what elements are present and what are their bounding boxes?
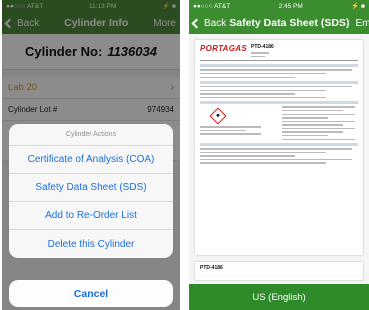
document-header: PORTAGAS PTD-4186 — [200, 44, 358, 62]
text-line — [282, 131, 343, 133]
hazard-left-column — [200, 104, 276, 140]
back-label: Back — [204, 17, 227, 29]
delete-cylinder-button[interactable]: Delete this Cylinder — [9, 230, 173, 258]
section-header — [200, 142, 358, 146]
reorder-button[interactable]: Add to Re-Order List — [9, 202, 173, 230]
text-line — [200, 148, 352, 150]
text-line — [251, 55, 265, 58]
section-header — [200, 64, 358, 68]
text-line — [200, 126, 261, 128]
screenshot-stage: ●●○○○ AT&T 11:13 PM ⚡ ■ Back Cylinder In… — [0, 0, 369, 310]
text-line — [200, 162, 327, 164]
text-line — [251, 52, 270, 54]
text-line — [282, 106, 355, 108]
text-line — [282, 120, 355, 123]
hazard-pictogram-icon — [209, 107, 227, 125]
document-code: PTD-4186 — [200, 265, 223, 271]
text-line — [200, 69, 352, 71]
text-line — [200, 155, 295, 157]
text-line — [282, 113, 355, 115]
sds-button[interactable]: Safety Data Sheet (SDS) — [9, 174, 173, 202]
text-line — [282, 135, 328, 137]
sds-document-page-2[interactable]: PTD-4186 — [195, 262, 363, 280]
text-line — [200, 151, 327, 154]
sheet-title: Cylinder Actions — [9, 124, 173, 146]
document-code: PTD-4186 — [251, 44, 274, 50]
nav-bar: Back Safety Data Sheet (SDS) Ema — [189, 12, 369, 34]
text-line — [282, 124, 343, 126]
text-line — [282, 138, 355, 140]
cylinder-info-screen: ●●○○○ AT&T 11:13 PM ⚡ ■ Back Cylinder In… — [2, 0, 180, 310]
hazard-section — [200, 104, 358, 140]
status-bar: ●●○○○ AT&T 2:45 PM ⚡ ■ — [189, 0, 369, 12]
chevron-left-icon — [191, 18, 202, 28]
language-selector[interactable]: US (English) — [189, 284, 369, 310]
text-line — [200, 158, 352, 161]
text-line — [282, 109, 343, 112]
clock: 2:45 PM — [278, 2, 303, 10]
coa-button[interactable]: Certificate of Analysis (COA) — [9, 146, 173, 174]
text-line — [200, 96, 327, 99]
text-line — [282, 117, 328, 119]
text-line — [200, 76, 295, 78]
text-line — [200, 89, 327, 92]
section-header — [200, 80, 358, 84]
cancel-button[interactable]: Cancel — [9, 280, 173, 307]
cylinder-actions-sheet: Cylinder Actions Certificate of Analysis… — [9, 124, 173, 258]
text-line — [282, 127, 355, 130]
hazard-right-column — [282, 104, 358, 140]
battery-icon: ⚡ ■ — [351, 3, 365, 10]
text-line — [200, 129, 246, 132]
company-logo: PORTAGAS — [200, 44, 247, 53]
sds-screen: ●●○○○ AT&T 2:45 PM ⚡ ■ Back Safety Data … — [189, 0, 369, 310]
document-title-block: PTD-4186 — [251, 44, 274, 58]
carrier-label: ●●○○○ AT&T — [193, 2, 231, 10]
text-line — [200, 93, 295, 95]
text-line — [200, 133, 261, 135]
back-button[interactable]: Back — [191, 17, 227, 29]
text-line — [200, 72, 327, 75]
text-line — [200, 86, 352, 88]
page-title: Safety Data Sheet (SDS) — [229, 17, 350, 29]
sds-document-page[interactable]: PORTAGAS PTD-4186 — [195, 40, 363, 255]
email-button[interactable]: Ema — [355, 18, 369, 29]
